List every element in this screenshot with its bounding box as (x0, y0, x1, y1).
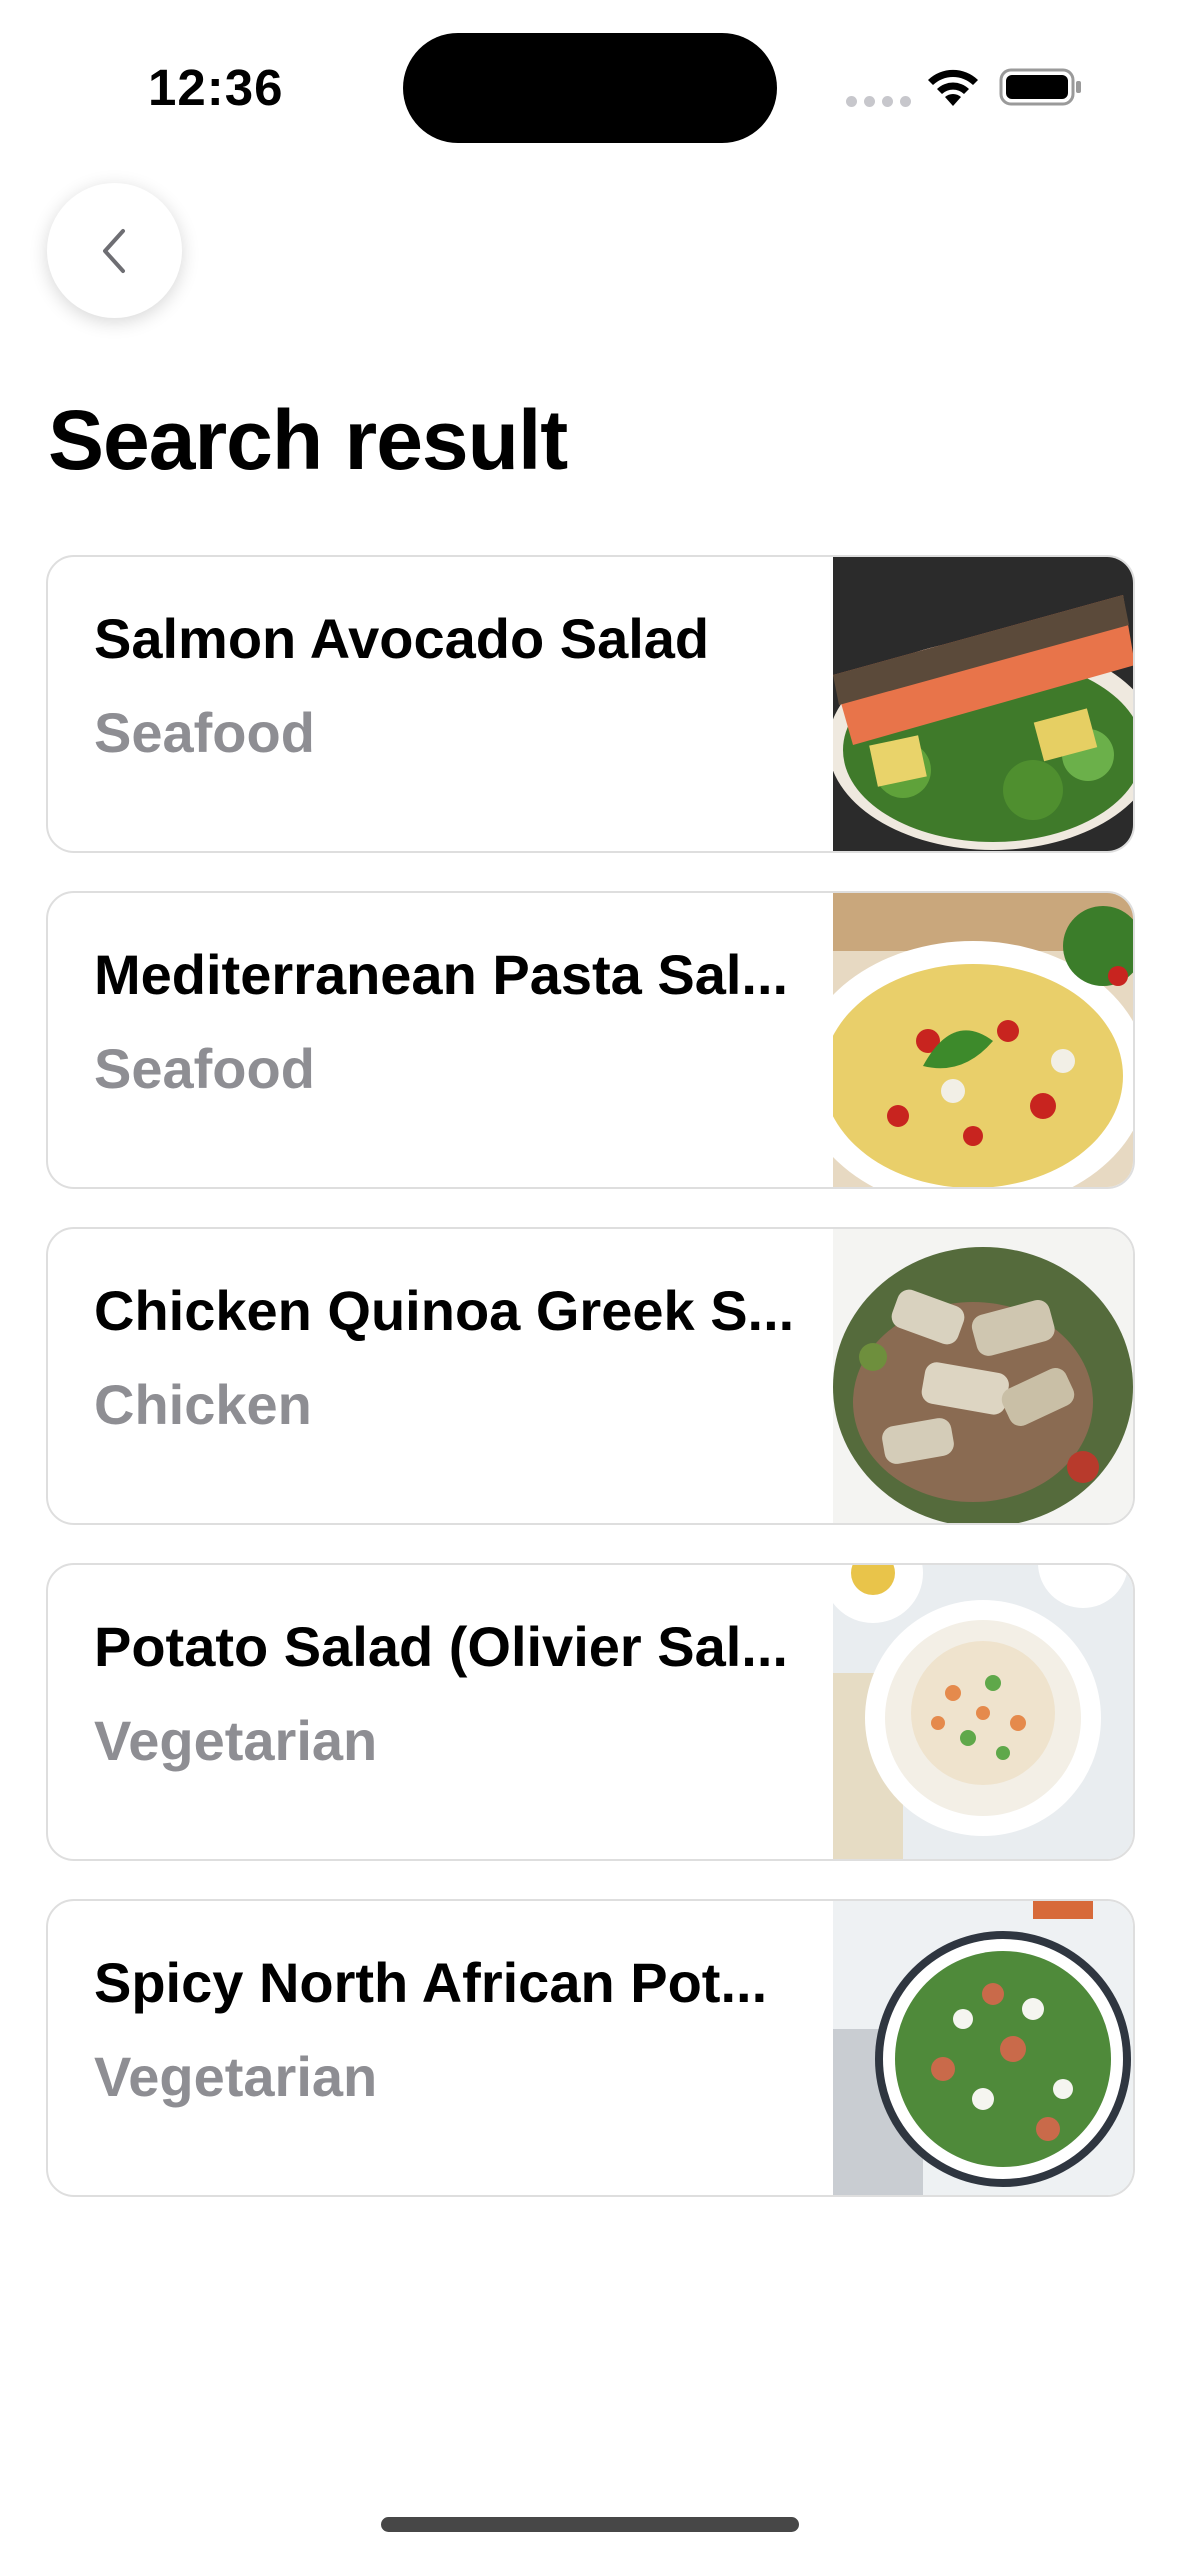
back-button[interactable] (47, 183, 182, 318)
results-list: Salmon Avocado Salad Seafood Mediterrane… (46, 555, 1135, 2235)
chicken-quinoa-photo (833, 1229, 1133, 1523)
chevron-left-icon (102, 228, 125, 273)
pasta-salad-photo (833, 893, 1133, 1187)
result-card-chicken-quinoa-greek-salad[interactable]: Chicken Quinoa Greek S... Chicken (46, 1227, 1135, 1525)
result-title: Salmon Avocado Salad (94, 607, 710, 670)
result-category: Seafood (94, 1037, 315, 1100)
result-category: Vegetarian (94, 2045, 378, 2108)
result-card-salmon-avocado-salad[interactable]: Salmon Avocado Salad Seafood (46, 555, 1135, 853)
result-card-mediterranean-pasta-salad[interactable]: Mediterranean Pasta Sal... Seafood (46, 891, 1135, 1189)
african-potato-salad-photo (833, 1901, 1133, 2195)
battery-icon (999, 68, 1081, 106)
home-indicator[interactable] (381, 2517, 799, 2532)
result-title: Chicken Quinoa Greek S... (94, 1279, 795, 1342)
page-title: Search result (48, 393, 568, 487)
result-category: Chicken (94, 1373, 312, 1436)
result-category: Seafood (94, 701, 315, 764)
dynamic-island (403, 33, 777, 143)
result-card-spicy-north-african-potato-salad[interactable]: Spicy North African Pot... Vegetarian (46, 1899, 1135, 2197)
wifi-icon (928, 69, 978, 106)
olivier-salad-photo (833, 1565, 1133, 1859)
salmon-salad-photo (833, 557, 1133, 851)
result-title: Spicy North African Pot... (94, 1951, 768, 2014)
signal-icon (846, 96, 911, 107)
result-category: Vegetarian (94, 1709, 378, 1772)
result-title: Potato Salad (Olivier Sal... (94, 1615, 788, 1678)
result-title: Mediterranean Pasta Sal... (94, 943, 789, 1006)
result-card-potato-salad-olivier[interactable]: Potato Salad (Olivier Sal... Vegetarian (46, 1563, 1135, 1861)
status-time: 12:36 (148, 59, 284, 116)
